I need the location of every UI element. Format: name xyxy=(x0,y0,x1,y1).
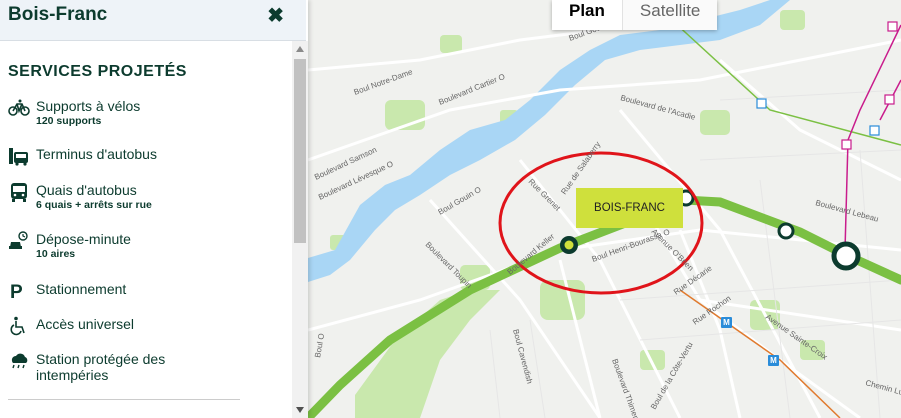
panel-header: Bois-Franc ✖ xyxy=(0,0,306,41)
service-item-drop-off: Dépose-minute 10 aires xyxy=(8,231,278,263)
drop-off-car-icon xyxy=(9,231,28,249)
service-sub: 6 quais + arrêts sur rue xyxy=(36,199,152,211)
metro-icon[interactable]: M xyxy=(721,317,732,328)
metro-station-icon[interactable] xyxy=(887,21,898,32)
bus-terminal-icon xyxy=(9,148,28,166)
station-info-panel: Bois-Franc ✖ SERVICES PROJETÉS Supports … xyxy=(0,0,308,418)
train-station-icon[interactable] xyxy=(756,98,767,109)
map-type-toggle: Plan Satellite xyxy=(552,0,718,30)
service-item-bike: Supports à vélos 120 supports xyxy=(8,98,278,130)
scroll-up-arrow-icon[interactable] xyxy=(296,46,304,52)
service-item-accessibility: Accès universel xyxy=(8,316,278,336)
scroll-down-arrow-icon[interactable] xyxy=(296,407,304,413)
train-station-icon[interactable] xyxy=(869,125,880,136)
metro-station-icon[interactable] xyxy=(884,94,895,105)
bus-icon xyxy=(11,183,27,202)
service-label: Accès universel xyxy=(36,316,135,332)
service-label: Supports à vélos xyxy=(36,98,141,114)
close-icon[interactable]: ✖ xyxy=(267,3,284,28)
section-title: SERVICES PROJETÉS xyxy=(8,63,187,80)
service-item-parking: P Stationnement xyxy=(8,281,278,301)
service-label: Dépose-minute xyxy=(36,231,131,247)
station-marker[interactable] xyxy=(777,222,795,240)
service-sub: 120 supports xyxy=(36,115,102,127)
service-sub: 10 aires xyxy=(36,248,76,260)
parking-icon: P xyxy=(10,282,23,301)
scroll-thumb[interactable] xyxy=(294,59,306,243)
service-item-weather-protection: Station protégée des intempéries xyxy=(8,351,278,387)
panel-title: Bois-Franc xyxy=(8,4,108,25)
service-label: Terminus d'autobus xyxy=(36,146,157,162)
weather-shelter-icon xyxy=(11,353,28,369)
metro-station-icon[interactable] xyxy=(841,139,852,150)
station-marker-major[interactable] xyxy=(831,241,861,271)
station-bois-franc-dot xyxy=(564,240,574,250)
svg-text:P: P xyxy=(10,282,23,301)
wheelchair-icon xyxy=(10,316,25,336)
tab-plan[interactable]: Plan xyxy=(552,0,622,30)
bicycle-icon xyxy=(8,99,30,116)
service-label: Station protégée des intempéries xyxy=(36,351,166,383)
panel-body: SERVICES PROJETÉS Supports à vélos 120 s… xyxy=(0,41,292,418)
divider xyxy=(8,399,240,400)
metro-icon[interactable]: M xyxy=(768,355,779,366)
panel-scrollbar[interactable] xyxy=(292,41,308,418)
station-label[interactable]: BOIS-FRANC xyxy=(576,188,683,228)
tab-satellite[interactable]: Satellite xyxy=(621,0,718,30)
service-item-bus-platform: Quais d'autobus 6 quais + arrêts sur rue xyxy=(8,182,278,214)
service-label: Stationnement xyxy=(36,281,127,297)
service-item-bus-terminal: Terminus d'autobus xyxy=(8,146,278,166)
service-label: Quais d'autobus xyxy=(36,182,137,198)
